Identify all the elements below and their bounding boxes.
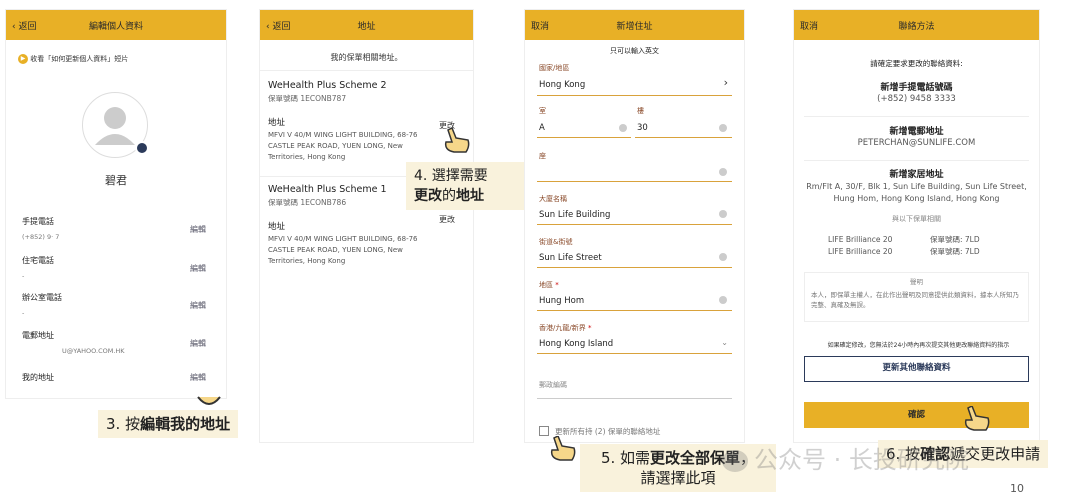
clear-icon[interactable] (719, 253, 727, 261)
flat-input[interactable]: A (539, 123, 545, 133)
profile-row-home: 住宅電話 - 編輯 (22, 256, 206, 280)
avatar[interactable] (82, 92, 149, 158)
chevron-right-icon: › (723, 76, 728, 89)
profile-name: 碧君 (105, 174, 127, 187)
region-select[interactable]: Hong Kong Island (539, 339, 613, 349)
home-value: Rm/Flt A, 30/F, Blk 1, Sun Life Building… (806, 182, 1027, 203)
district-label: 地區 * (539, 281, 559, 289)
policy-card-1: WeHealth Plus Scheme 2 保單號碼 1ECONB787 地址… (268, 80, 455, 161)
checkbox[interactable] (539, 426, 549, 436)
profile-row-address: 我的地址 編輯 (22, 372, 206, 383)
declaration-box: 聲明 本人，即保單主權人，在此作出聲明及同意提供此類資料，據本人所知乃完整、真確… (804, 272, 1029, 322)
address-subtitle: 我的保單相關地址。 (330, 53, 403, 62)
english-only-hint: 只可以輸入英文 (610, 47, 659, 55)
callout-step-3: 3. 按編輯我的地址 (98, 410, 239, 438)
notice-text: 如果確定修改，您無法於24小時內再次提交其他更改聯絡資料的指示 (827, 342, 1010, 349)
district-input[interactable]: Hung Hom (539, 296, 584, 306)
screen-address: ‹ 返回 地址 我的保單相關地址。 WeHealth Plus Scheme 2… (260, 10, 473, 442)
pointer-hand-icon (962, 404, 990, 431)
mobile-value: (+852) 9458 3333 (877, 94, 956, 104)
building-label: 大廈名稱 (539, 195, 567, 203)
cancel-button[interactable]: 取消 (800, 19, 818, 32)
clear-icon[interactable] (719, 168, 727, 176)
header-bar: 取消 新增住址 (525, 10, 744, 40)
divider (804, 160, 1029, 161)
floor-label: 樓 (637, 107, 644, 115)
edit-office-button[interactable]: 編輯 (190, 300, 206, 311)
divider (804, 116, 1029, 117)
header-bar: 取消 聯絡方法 (794, 10, 1039, 40)
header-bar: ‹ 返回 編輯個人資料 (6, 10, 226, 40)
clear-icon[interactable] (719, 124, 727, 132)
confirm-text: 請確定要求更改的聯絡資料: (870, 59, 963, 68)
callout-step-4: 4. 選擇需要 更改的地址 (406, 162, 526, 210)
country-label: 國家/地區 (539, 64, 570, 72)
chevron-down-icon: ⌄ (721, 338, 728, 347)
region-label: 香港/九龍/新界 * (539, 324, 592, 332)
related-policies-label: 與以下保單相關 (892, 215, 941, 223)
home-title: 新增家居地址 (889, 170, 944, 180)
back-button[interactable]: ‹ 返回 (12, 19, 36, 32)
page-title: 編輯個人資料 (88, 21, 143, 32)
camera-icon[interactable] (135, 141, 149, 155)
screen-edit-profile: ‹ 返回 編輯個人資料 ▶ 收看「如何更新個人資料」短片 碧君 手提電話 (+8… (6, 10, 226, 398)
profile-row-email: 電郵地址 U@YAHOO.COM.HK 編輯 (22, 331, 206, 355)
play-icon: ▶ (18, 54, 28, 64)
divider (260, 70, 473, 71)
street-label: 街道&街號 (539, 238, 573, 246)
building-input[interactable]: Sun Life Building (539, 210, 610, 220)
clear-icon[interactable] (719, 296, 727, 304)
header-bar: ‹ 返回 地址 (260, 10, 473, 40)
screen-new-address: 取消 新增住址 只可以輸入英文 國家/地區 Hong Kong › 室 A 樓 … (525, 10, 744, 442)
update-other-contact-button[interactable]: 更新其他聯絡資料 (804, 356, 1029, 382)
profile-row-mobile: 手提電話 (+852) 9· 7 編輯 (22, 217, 206, 241)
change-address-button-2[interactable]: 更改 (439, 214, 455, 225)
page-number: 10 (1010, 482, 1024, 495)
edit-email-button[interactable]: 編輯 (190, 338, 206, 349)
pointer-hand-icon (442, 126, 470, 153)
email-value: PETERCHAN@SUNLIFE.COM (857, 138, 976, 148)
policy-list: LIFE Brilliance 20 保單號碼: 7LD LIFE Brillia… (828, 235, 980, 256)
email-title: 新增電郵地址 (889, 127, 944, 137)
block-label: 座 (539, 152, 546, 160)
back-button[interactable]: ‹ 返回 (266, 19, 290, 32)
country-select[interactable]: Hong Kong (539, 80, 585, 90)
profile-row-office: 辦公室電話 - 編輯 (22, 293, 206, 317)
video-link[interactable]: ▶ 收看「如何更新個人資料」短片 (18, 54, 128, 64)
mobile-title: 新增手提電話號碼 (880, 83, 953, 93)
wechat-icon (722, 450, 748, 472)
edit-mobile-button[interactable]: 編輯 (190, 224, 206, 235)
clear-icon[interactable] (619, 124, 627, 132)
street-input[interactable]: Sun Life Street (539, 253, 602, 263)
watermark: 公众号 · 长投研究院 (722, 440, 969, 475)
pointer-hand-icon (548, 434, 576, 461)
page-title: 地址 (357, 21, 376, 32)
confirm-button[interactable]: 確認 (804, 402, 1029, 428)
clear-icon[interactable] (719, 210, 727, 218)
edit-home-button[interactable]: 編輯 (190, 263, 206, 274)
floor-input[interactable]: 30 (637, 123, 648, 133)
edit-address-button[interactable]: 編輯 (190, 372, 206, 383)
screen-contact-method: 取消 聯絡方法 請確定要求更改的聯絡資料: 新增手提電話號碼 (+852) 94… (794, 10, 1039, 442)
page-title: 聯絡方法 (898, 21, 935, 32)
cancel-button[interactable]: 取消 (531, 19, 549, 32)
page-title: 新增住址 (616, 21, 653, 32)
postal-code-input[interactable]: 郵政編碼 (539, 380, 732, 390)
